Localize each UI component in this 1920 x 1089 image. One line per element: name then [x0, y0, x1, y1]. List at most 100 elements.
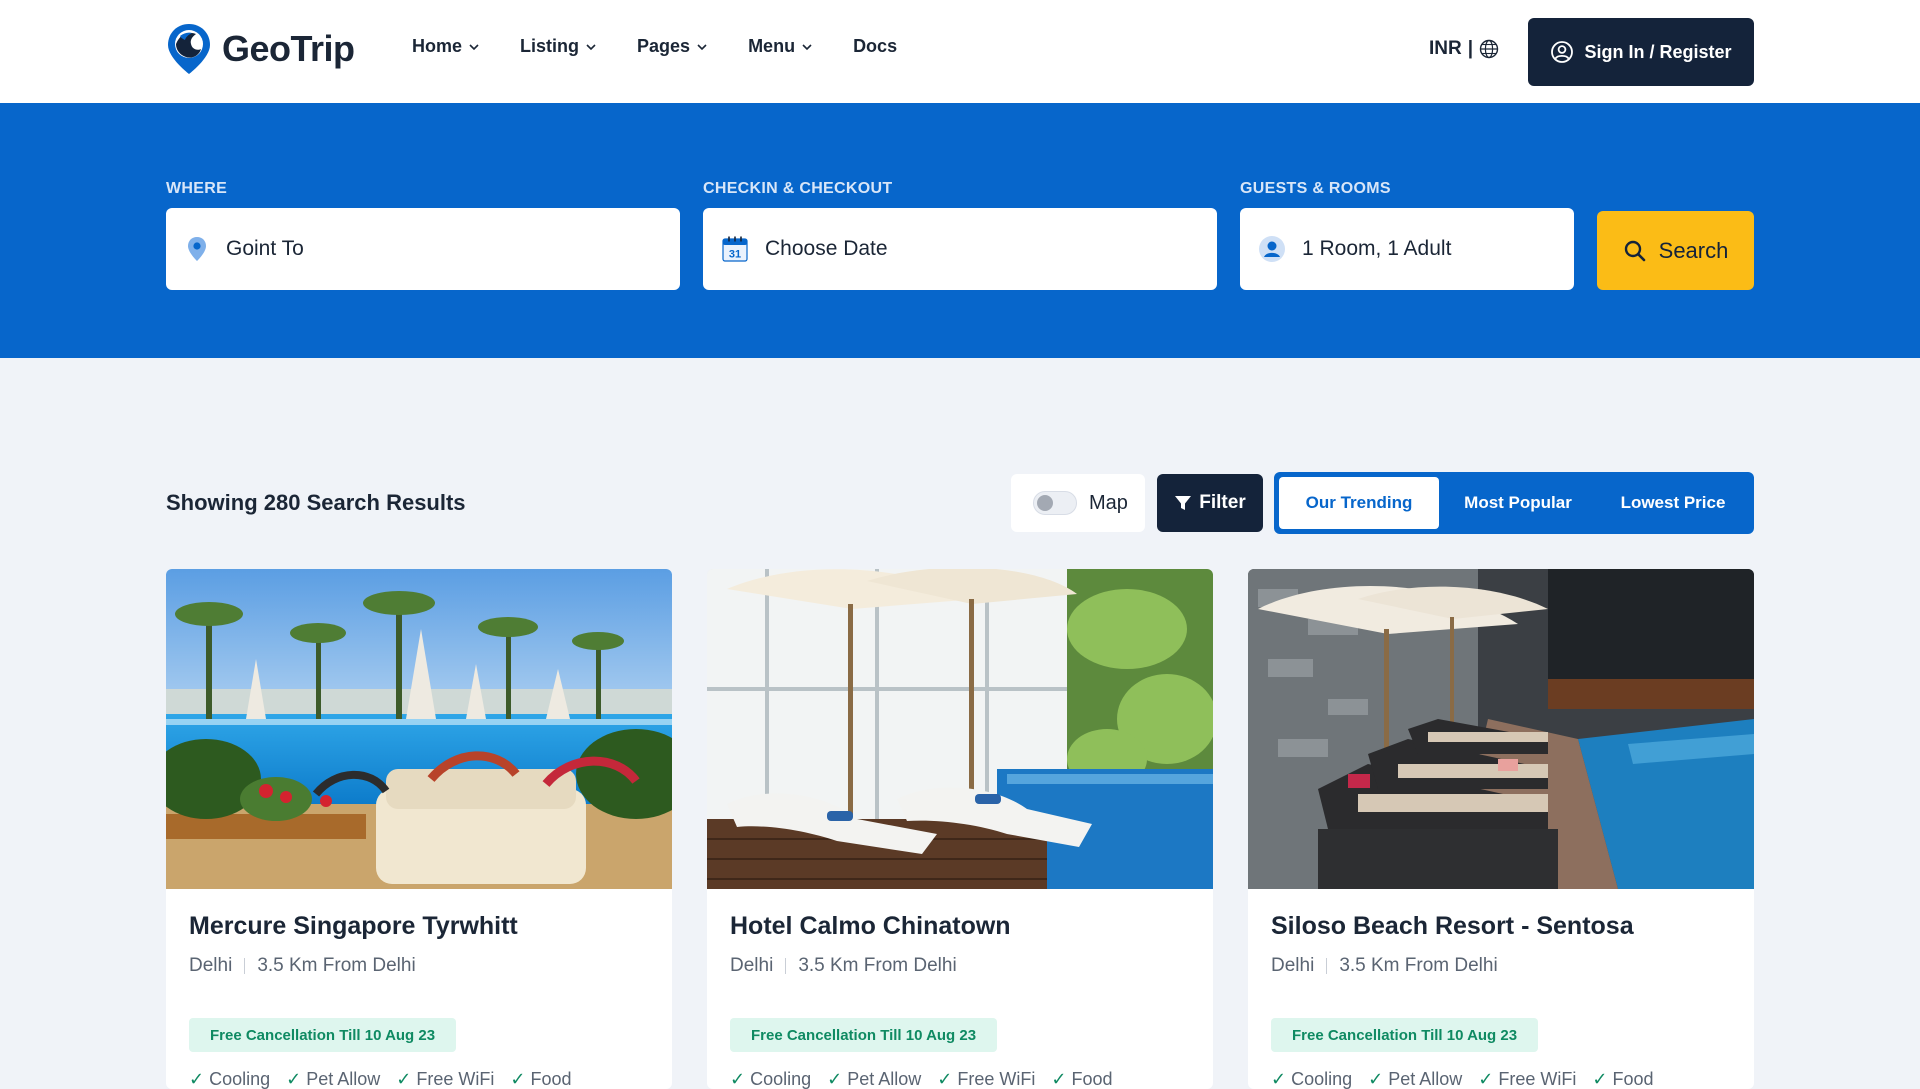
- sign-in-register-button[interactable]: Sign In / Register: [1528, 18, 1754, 86]
- hotel-image[interactable]: [707, 569, 1213, 889]
- chevron-down-icon: [802, 43, 812, 50]
- calendar-icon: 31: [722, 236, 748, 262]
- dates-value: Choose Date: [765, 237, 888, 260]
- nav-pages-label: Pages: [637, 36, 691, 56]
- check-icon: ✓: [1368, 1069, 1384, 1089]
- date-picker-input[interactable]: 31 Choose Date: [703, 208, 1217, 290]
- hotel-title[interactable]: Hotel Calmo Chinatown: [730, 912, 1011, 941]
- logo-text: GeoTrip: [222, 28, 355, 69]
- hotel-card[interactable]: Hotel Calmo Chinatown Delhi 3.5 Km From …: [707, 569, 1213, 1089]
- search-button-label: Search: [1658, 237, 1729, 263]
- free-cancellation-badge: Free Cancellation Till 10 Aug 23: [730, 1018, 998, 1052]
- free-cancellation-badge: Free Cancellation Till 10 Aug 23: [189, 1018, 457, 1052]
- check-icon: ✓: [1592, 1069, 1608, 1089]
- amenity-item: ✓ Free WiFi: [1478, 1069, 1577, 1089]
- check-icon: ✓: [730, 1069, 746, 1089]
- chevron-down-icon: [697, 43, 707, 50]
- check-icon: ✓: [396, 1069, 412, 1089]
- guests-rooms-input[interactable]: 1 Room, 1 Adult: [1240, 208, 1574, 290]
- hotel-card[interactable]: Mercure Singapore Tyrwhitt Delhi 3.5 Km …: [166, 569, 672, 1089]
- nav-listing[interactable]: Listing: [520, 36, 597, 57]
- map-pin-icon: [188, 237, 206, 261]
- map-toggle[interactable]: Map: [1011, 474, 1145, 532]
- hotel-city: Delhi: [1271, 955, 1315, 976]
- currency-label: INR: [1429, 38, 1462, 59]
- hotel-title[interactable]: Mercure Singapore Tyrwhitt: [189, 912, 518, 941]
- currency-selector[interactable]: INR |: [1429, 38, 1499, 60]
- search-button[interactable]: Search: [1597, 211, 1754, 290]
- guests-label: GUESTS & ROOMS: [1240, 180, 1391, 197]
- map-switch[interactable]: [1033, 491, 1077, 515]
- amenity-item: ✓ Pet Allow: [827, 1069, 922, 1089]
- sign-in-label: Sign In / Register: [1584, 41, 1732, 62]
- hotel-distance: 3.5 Km From Delhi: [257, 955, 416, 976]
- hotel-location: Delhi 3.5 Km From Delhi: [189, 955, 416, 977]
- hotel-location: Delhi 3.5 Km From Delhi: [1271, 955, 1498, 977]
- amenity-item: ✓ Food: [510, 1069, 572, 1089]
- amenity-item: ✓ Cooling: [730, 1069, 812, 1089]
- check-icon: ✓: [937, 1069, 953, 1089]
- amenities-list: ✓ Cooling ✓ Pet Allow ✓ Free WiFi ✓ Food: [730, 1069, 1113, 1089]
- where-input[interactable]: Goint To: [166, 208, 680, 290]
- hotel-city: Delhi: [730, 955, 774, 976]
- check-icon: ✓: [286, 1069, 302, 1089]
- filter-label: Filter: [1199, 492, 1246, 513]
- results-count: Showing 280 Search Results: [166, 490, 466, 515]
- hotel-city: Delhi: [189, 955, 233, 976]
- hotel-image[interactable]: [166, 569, 672, 889]
- map-label: Map: [1089, 491, 1128, 514]
- check-icon: ✓: [189, 1069, 205, 1089]
- nav-menu[interactable]: Menu: [748, 36, 813, 57]
- amenity-item: ✓ Pet Allow: [286, 1069, 381, 1089]
- tab-our-trending[interactable]: Our Trending: [1279, 477, 1439, 529]
- logo[interactable]: GeoTrip: [166, 22, 355, 76]
- hotel-title[interactable]: Siloso Beach Resort - Sentosa: [1271, 912, 1634, 941]
- top-header: GeoTrip Home Listing Pages Menu Docs INR…: [0, 0, 1920, 103]
- amenity-item: ✓ Pet Allow: [1368, 1069, 1463, 1089]
- nav-home[interactable]: Home: [412, 36, 480, 57]
- amenities-list: ✓ Cooling ✓ Pet Allow ✓ Free WiFi ✓ Food: [1271, 1069, 1654, 1089]
- tab-lowest-price[interactable]: Lowest Price: [1597, 477, 1749, 529]
- chevron-down-icon: [586, 43, 596, 50]
- main-nav: Home Listing Pages Menu Docs: [412, 36, 897, 57]
- amenity-item: ✓ Cooling: [1271, 1069, 1353, 1089]
- amenity-item: ✓ Free WiFi: [396, 1069, 495, 1089]
- hotel-distance: 3.5 Km From Delhi: [1339, 955, 1498, 976]
- nav-listing-label: Listing: [520, 36, 580, 56]
- dates-label: CHECKIN & CHECKOUT: [703, 180, 893, 197]
- amenity-item: ✓ Free WiFi: [937, 1069, 1036, 1089]
- tab-most-popular[interactable]: Most Popular: [1439, 477, 1597, 529]
- chevron-down-icon: [469, 43, 479, 50]
- free-cancellation-badge: Free Cancellation Till 10 Aug 23: [1271, 1018, 1539, 1052]
- user-circle-icon: [1551, 41, 1574, 63]
- amenity-item: ✓ Food: [1592, 1069, 1654, 1089]
- user-icon: [1259, 236, 1285, 262]
- amenities-list: ✓ Cooling ✓ Pet Allow ✓ Free WiFi ✓ Food: [189, 1069, 572, 1089]
- hotel-distance: 3.5 Km From Delhi: [798, 955, 957, 976]
- check-icon: ✓: [510, 1069, 526, 1089]
- nav-home-label: Home: [412, 36, 463, 56]
- calendar-day-number: 31: [729, 249, 741, 261]
- check-icon: ✓: [1051, 1069, 1067, 1089]
- check-icon: ✓: [1478, 1069, 1494, 1089]
- nav-docs-label: Docs: [853, 36, 898, 56]
- search-icon: [1624, 240, 1645, 261]
- where-label: WHERE: [166, 180, 228, 197]
- where-value: Goint To: [226, 237, 304, 260]
- hotel-card[interactable]: Siloso Beach Resort - Sentosa Delhi 3.5 …: [1248, 569, 1754, 1089]
- hotel-image[interactable]: [1248, 569, 1754, 889]
- filter-icon: [1175, 496, 1192, 510]
- nav-menu-label: Menu: [748, 36, 796, 56]
- check-icon: ✓: [827, 1069, 843, 1089]
- globe-icon: [1479, 39, 1499, 59]
- hotel-location: Delhi 3.5 Km From Delhi: [730, 955, 957, 977]
- nav-docs[interactable]: Docs: [853, 36, 897, 57]
- nav-pages[interactable]: Pages: [637, 36, 708, 57]
- check-icon: ✓: [1271, 1069, 1287, 1089]
- amenity-item: ✓ Cooling: [189, 1069, 271, 1089]
- logo-pin-icon: [168, 24, 210, 74]
- filter-button[interactable]: Filter: [1157, 474, 1263, 532]
- sort-tabs: Our Trending Most Popular Lowest Price: [1274, 472, 1754, 534]
- guests-value: 1 Room, 1 Adult: [1302, 237, 1452, 260]
- currency-separator: |: [1467, 38, 1474, 59]
